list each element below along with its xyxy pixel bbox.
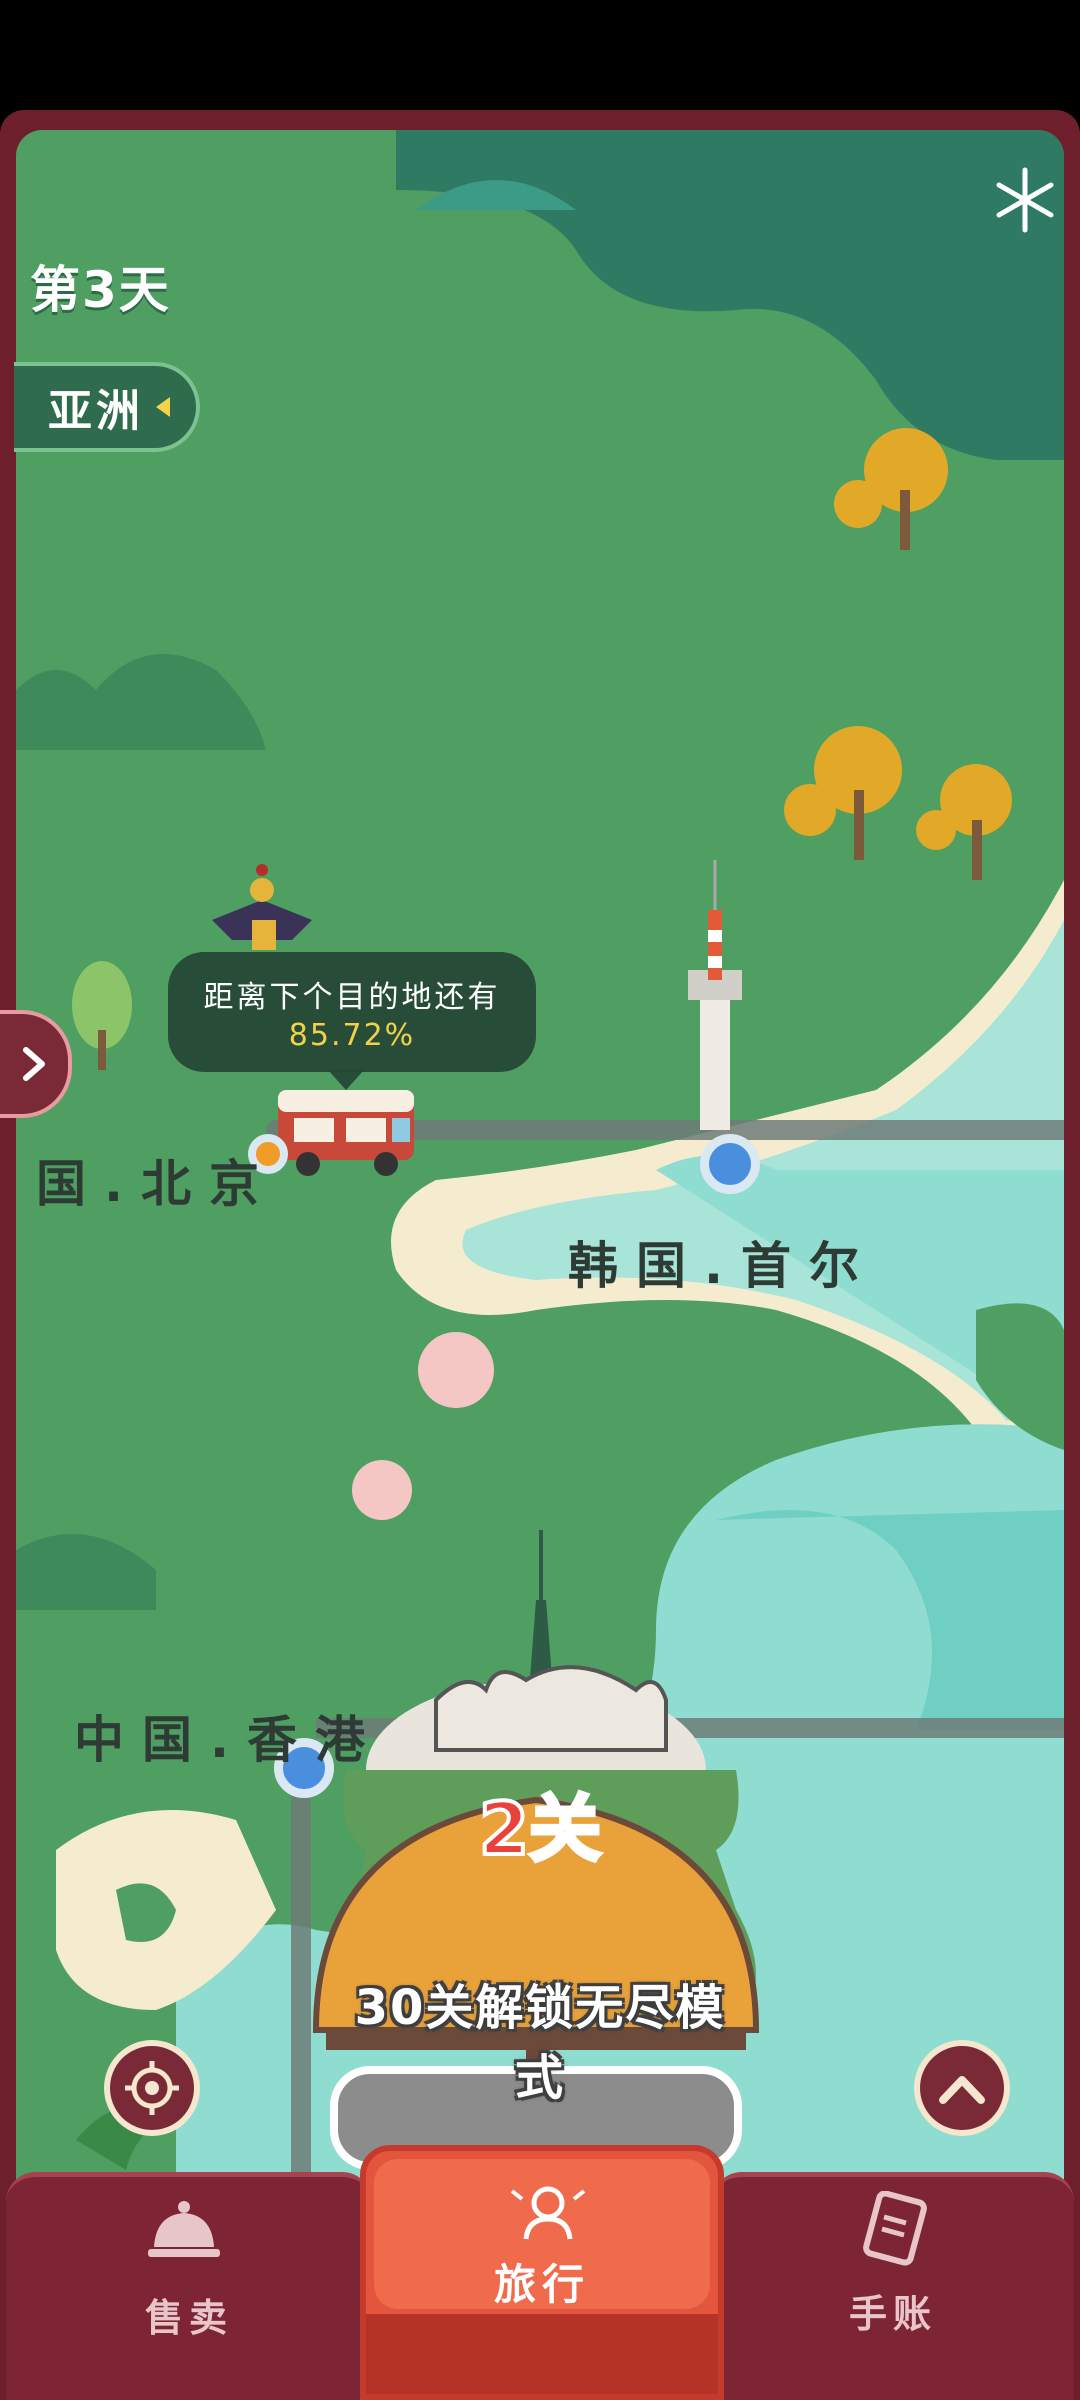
distance-value: 85.72% <box>288 1018 416 1053</box>
snowflake-icon[interactable] <box>990 165 1060 235</box>
distance-label: 距离下个目的地还有 <box>203 980 501 1015</box>
status-bar <box>0 0 1080 110</box>
level-title[interactable]: 2关 <box>420 1770 660 1875</box>
triangle-left-icon <box>156 397 170 417</box>
tab-sell[interactable]: 售卖 <box>6 2172 372 2400</box>
tab-journal[interactable]: 手账 <box>712 2172 1074 2400</box>
chevron-right-icon <box>23 1047 45 1081</box>
day-label: 第3天 <box>30 261 171 319</box>
traveler-icon <box>510 2186 586 2240</box>
route-dot-seoul[interactable] <box>700 1134 760 1194</box>
chevron-up-icon <box>939 2076 985 2104</box>
region-selector[interactable]: 亚洲 <box>14 362 200 452</box>
service-bell-icon <box>148 2201 220 2257</box>
notebook-icon <box>863 2191 927 2266</box>
level-unlock-hint: 30关解锁无尽模式 <box>354 1980 726 2106</box>
locate-button[interactable] <box>104 2040 200 2136</box>
expand-up-button[interactable] <box>914 2040 1010 2136</box>
city-label-seoul: 韩国.首尔 <box>568 1237 877 1295</box>
city-label-hongkong: 中国.香港 <box>74 1711 383 1769</box>
region-label: 亚洲 <box>48 386 144 437</box>
city-label-beijing: 国.北京 <box>36 1155 277 1213</box>
tab-travel-base <box>366 2314 718 2394</box>
tab-travel[interactable]: 旅行 <box>360 2145 724 2400</box>
tab-journal-label: 手账 <box>848 2292 937 2336</box>
tab-sell-label: 售卖 <box>144 2296 233 2340</box>
distance-bubble: 距离下个目的地还有 85.72% <box>168 952 536 1090</box>
locate-icon <box>125 2061 179 2115</box>
tab-travel-label: 旅行 <box>493 2260 590 2309</box>
